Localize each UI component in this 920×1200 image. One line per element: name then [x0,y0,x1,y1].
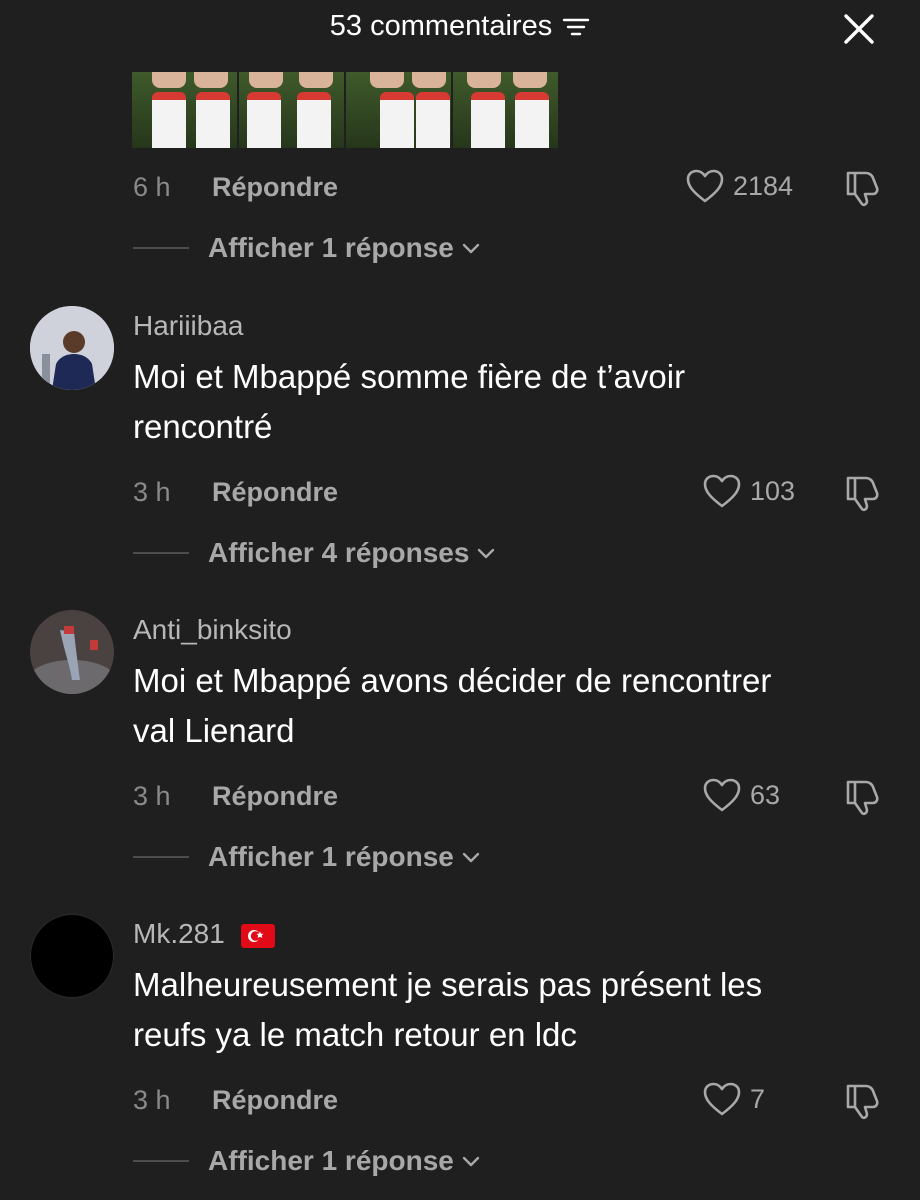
comment-text-line: Moi et Mbappé avons décider de rencontre… [133,662,772,699]
comment-text: Moi et Mbappé avons décider de rencontre… [133,656,893,756]
dislike-icon[interactable] [842,472,884,514]
show-replies-label: Afficher 4 réponses [208,537,470,568]
chevron-down-icon [462,243,480,254]
reply-button[interactable]: Répondre [212,172,338,203]
replies-divider [133,552,189,554]
heart-icon [686,169,724,203]
header-title-wrap[interactable]: 53 commentaires [0,10,920,43]
heart-icon [703,1082,741,1116]
sort-icon[interactable] [562,15,590,39]
comment-username[interactable]: Hariiibaa [133,310,244,342]
avatar[interactable] [30,306,114,390]
show-replies-link[interactable]: Afficher 1 réponse [208,232,482,264]
show-replies-link[interactable]: Afficher 4 réponses [208,537,497,569]
comment-text: Moi et Mbappé somme fière de t’avoir ren… [133,352,893,452]
chevron-down-icon [478,548,495,559]
avatar[interactable] [30,610,114,694]
reply-button[interactable]: Répondre [212,477,338,508]
heart-icon [703,474,741,508]
comment-count-title: 53 commentaires [329,10,553,42]
comment-text: Malheureusement je serais pas présent le… [133,960,893,1060]
comment-image-thumbnails[interactable] [132,72,560,148]
like-count: 7 [750,1083,766,1114]
comment-time: 6 h [133,172,171,202]
comment-time: 3 h [133,477,171,507]
dislike-icon[interactable] [842,167,884,209]
thumbnail-image[interactable] [132,72,239,148]
dislike-icon[interactable] [842,1080,884,1122]
dislike-icon[interactable] [842,776,884,818]
comment-username[interactable]: Anti_binksito [133,614,292,646]
like-button[interactable]: 63 [702,777,780,813]
reply-button[interactable]: Répondre [212,781,338,812]
replies-divider [133,1160,189,1162]
comment-time: 3 h [133,781,171,811]
comment-text-line: Malheureusement je serais pas présent le… [133,966,763,1003]
like-button[interactable]: 103 [702,473,795,509]
avatar-image [30,610,114,694]
comment-time: 3 h [133,1085,171,1115]
replies-divider [133,856,189,858]
chevron-down-icon [462,852,480,863]
heart-icon [703,778,741,812]
reply-button[interactable]: Répondre [212,1085,338,1116]
show-replies-label: Afficher 1 réponse [208,1145,454,1176]
comment-username[interactable]: Mk.281 [133,918,275,950]
close-icon[interactable] [840,10,878,48]
avatar[interactable] [30,914,114,998]
comment-text-line: val Lienard [133,712,295,749]
thumbnail-image[interactable] [239,72,346,148]
like-count: 103 [750,475,796,506]
show-replies-link[interactable]: Afficher 1 réponse [208,841,482,873]
show-replies-link[interactable]: Afficher 1 réponse [208,1145,482,1177]
comment-text-line: Moi et Mbappé somme fière de t’avoir [133,358,686,395]
replies-divider [133,247,189,249]
comments-header: 53 commentaires [0,0,920,56]
chevron-down-icon [462,1156,480,1167]
turkey-flag-icon [240,923,275,948]
show-replies-label: Afficher 1 réponse [208,841,454,872]
show-replies-label: Afficher 1 réponse [208,232,454,263]
comment-username-text: Mk.281 [133,918,225,949]
like-button[interactable]: 2184 [685,168,793,204]
like-count: 2184 [733,170,794,201]
thumbnail-image[interactable] [453,72,560,148]
comment-text-line: rencontré [133,408,273,445]
like-button[interactable]: 7 [702,1081,765,1117]
like-count: 63 [750,779,781,810]
comment-text-line: reufs ya le match retour en ldc [133,1016,577,1053]
thumbnail-image[interactable] [346,72,453,148]
avatar-image [30,306,114,390]
